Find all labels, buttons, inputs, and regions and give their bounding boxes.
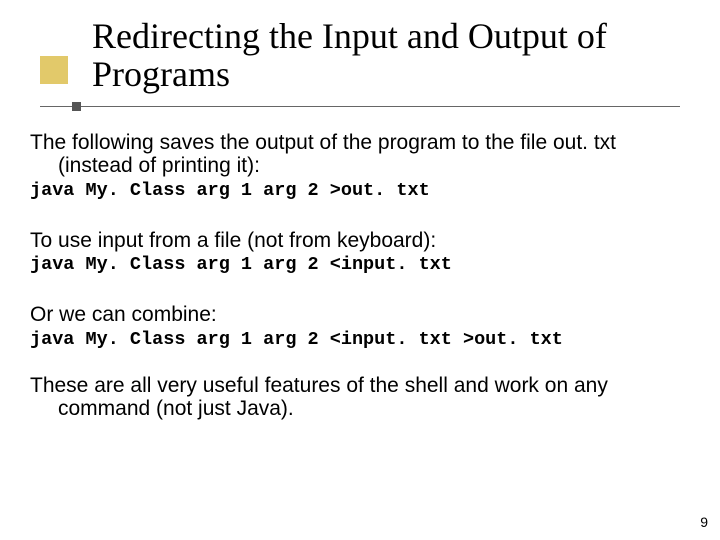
divider-line: [40, 106, 680, 107]
divider-dot: [72, 102, 81, 111]
paragraph-1: The following saves the output of the pr…: [30, 131, 690, 178]
code-line-3: java My. Class arg 1 arg 2 <input. txt >…: [30, 329, 690, 350]
paragraph-2: To use input from a file (not from keybo…: [30, 229, 690, 253]
accent-square: [40, 56, 68, 84]
code-line-1: java My. Class arg 1 arg 2 >out. txt: [30, 180, 690, 201]
slide-title: Redirecting the Input and Output of Prog…: [92, 18, 680, 94]
title-block: Redirecting the Input and Output of Prog…: [0, 0, 720, 94]
body: The following saves the output of the pr…: [0, 109, 720, 421]
paragraph-3: Or we can combine:: [30, 303, 690, 327]
page-number: 9: [700, 514, 708, 530]
title-divider: [40, 104, 680, 109]
paragraph-4: These are all very useful features of th…: [30, 374, 690, 421]
slide: Redirecting the Input and Output of Prog…: [0, 0, 720, 540]
code-line-2: java My. Class arg 1 arg 2 <input. txt: [30, 254, 690, 275]
